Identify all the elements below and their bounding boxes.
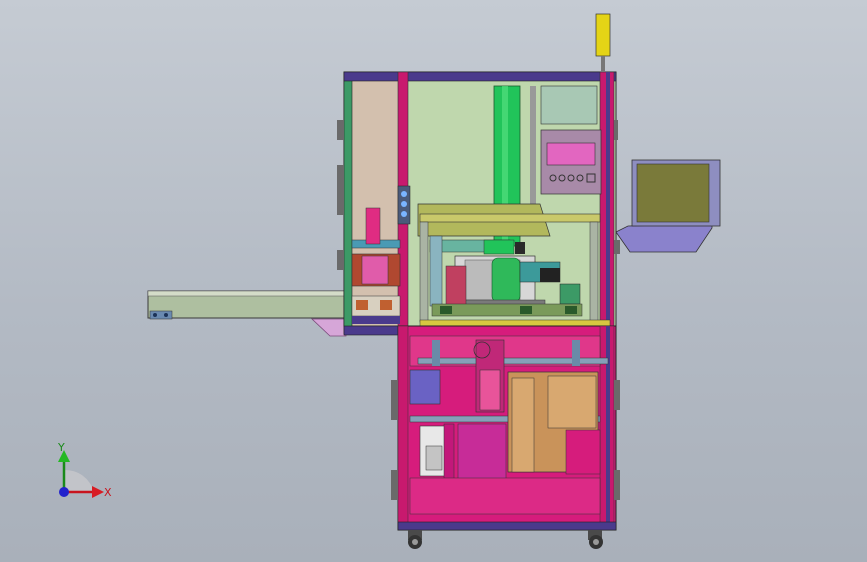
y-axis-label: Y <box>58 441 65 454</box>
machine-model[interactable] <box>0 0 867 562</box>
signal-tower <box>595 13 611 72</box>
x-axis-arrow <box>92 486 104 498</box>
axis-triad: X Y <box>44 440 124 510</box>
z-axis-dot <box>59 487 69 497</box>
upper-cabinet <box>337 71 617 336</box>
lower-cabinet <box>391 325 620 531</box>
conveyor-belt <box>147 290 347 337</box>
casters <box>408 530 603 549</box>
triad-graphic <box>58 450 104 498</box>
cad-viewport[interactable]: X Y <box>0 0 867 562</box>
hmi-monitor <box>614 120 721 254</box>
x-axis-label: X <box>104 486 112 499</box>
